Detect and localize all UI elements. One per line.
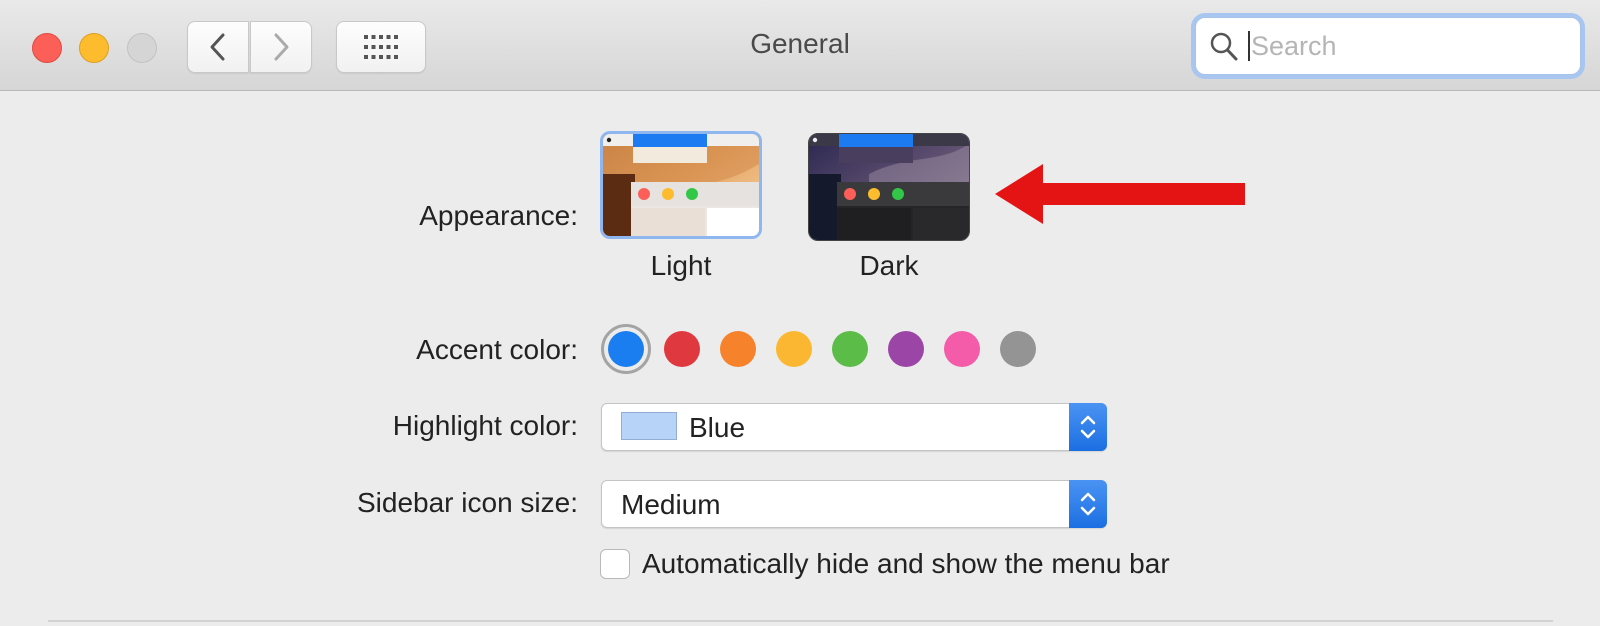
sidebar-icon-size-popup[interactable]: Medium [601, 480, 1107, 528]
up-down-chevron-icon [1080, 415, 1096, 439]
accent-swatch-orange[interactable] [720, 331, 756, 367]
sidebar-icon-size-label: Sidebar icon size: [356, 487, 578, 518]
grid-icon [364, 35, 398, 59]
accent-color-label: Accent color: [416, 334, 578, 365]
section-divider [48, 620, 1553, 622]
appearance-light-label: Light [650, 250, 712, 281]
light-mode-preview [603, 134, 759, 236]
zoom-window-button[interactable] [127, 33, 157, 63]
window-title: General [750, 28, 850, 59]
accent-swatch-pink[interactable] [944, 331, 980, 367]
popup-stepper[interactable] [1069, 403, 1107, 451]
highlight-color-popup[interactable]: Blue [601, 403, 1107, 451]
text-cursor [1248, 31, 1250, 61]
sidebar-icon-size-value: Medium [621, 489, 721, 520]
chevron-left-icon [210, 33, 225, 61]
accent-swatch-red[interactable] [664, 331, 700, 367]
window-toolbar: General [0, 0, 1600, 91]
accent-swatch-blue[interactable] [601, 324, 651, 374]
show-all-button[interactable] [336, 21, 426, 73]
auto-hide-menu-bar-checkbox[interactable] [600, 549, 630, 579]
search-field[interactable] [1195, 17, 1581, 75]
accent-swatch-purple[interactable] [888, 331, 924, 367]
highlight-color-value: Blue [689, 412, 746, 443]
auto-hide-menu-bar-label[interactable]: Automatically hide and show the menu bar [642, 548, 1170, 580]
highlight-color-chip [621, 412, 677, 440]
close-window-button[interactable] [32, 33, 62, 63]
highlight-color-label: Highlight color: [392, 410, 578, 441]
red-arrow-annotation [995, 164, 1245, 224]
forward-button[interactable] [250, 21, 312, 73]
minimize-window-button[interactable] [79, 33, 109, 63]
accent-swatch-graphite[interactable] [1000, 331, 1036, 367]
appearance-light-option[interactable] [600, 131, 762, 239]
popup-stepper[interactable] [1069, 480, 1107, 528]
dark-mode-preview [809, 134, 969, 240]
search-input[interactable] [1251, 30, 1571, 62]
back-button[interactable] [187, 21, 249, 73]
accent-swatch-yellow[interactable] [776, 331, 812, 367]
chevron-right-icon [274, 33, 289, 61]
search-icon [1210, 32, 1238, 61]
appearance-label: Appearance: [419, 200, 578, 231]
up-down-chevron-icon [1080, 492, 1096, 516]
accent-swatch-green[interactable] [832, 331, 868, 367]
appearance-dark-option[interactable] [808, 133, 970, 241]
appearance-dark-label: Dark [859, 250, 919, 281]
